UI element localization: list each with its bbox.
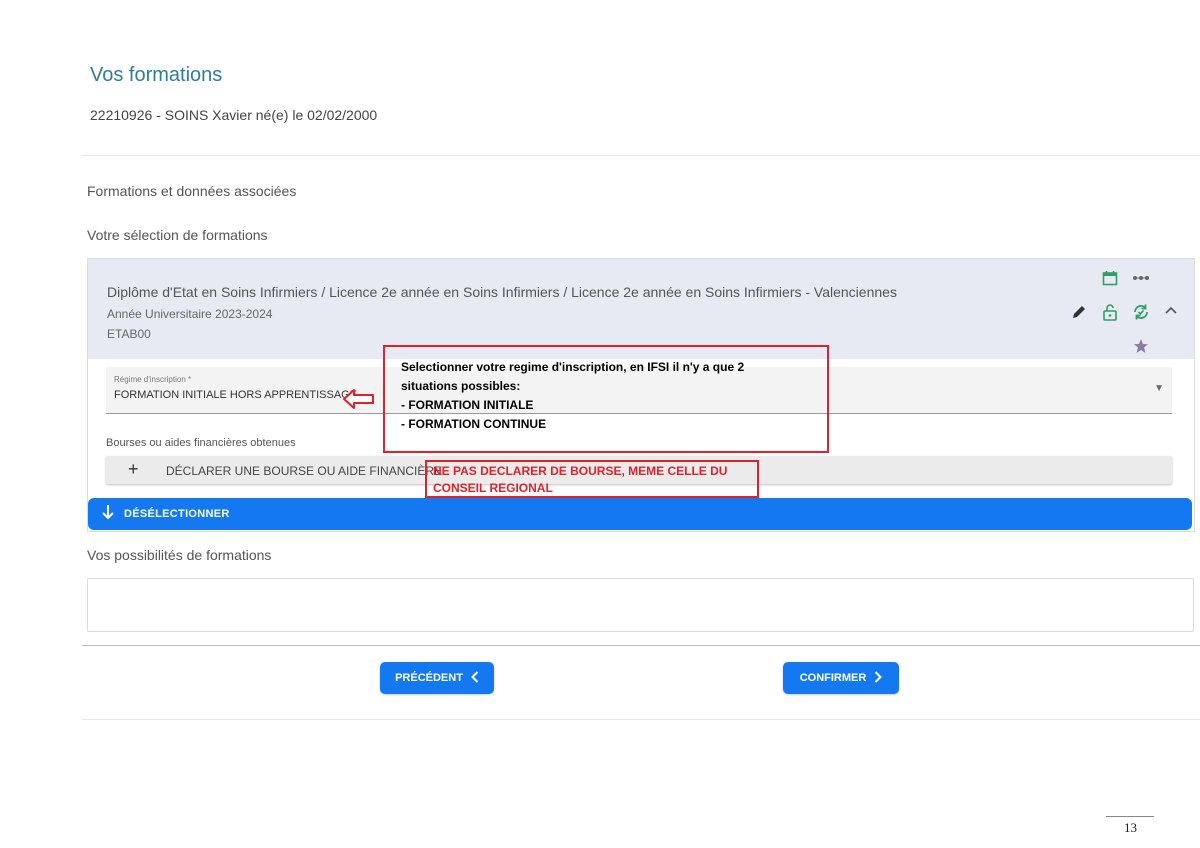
edit-icon[interactable]	[1068, 301, 1090, 323]
possibilities-list	[87, 578, 1194, 632]
annotation-arrow-icon	[342, 388, 376, 415]
section-title: Formations et données associées	[87, 183, 297, 199]
chevron-left-icon	[471, 670, 479, 686]
confirm-label: CONFIRMER	[799, 672, 867, 684]
annotation-bourse-text: NE PAS DECLARER DE BOURSE, MEME CELLE DU…	[433, 464, 728, 495]
plus-icon: +	[128, 459, 139, 479]
formation-card-header: Diplôme d'Etat en Soins Infirmiers / Lic…	[88, 259, 1194, 359]
page-title: Vos formations	[90, 64, 223, 86]
deselect-label: DÉSÉLECTIONNER	[124, 508, 230, 520]
sync-icon[interactable]	[1130, 301, 1152, 323]
divider	[82, 645, 1200, 646]
calendar-icon[interactable]	[1099, 267, 1121, 289]
formation-year: Année Universitaire 2023-2024	[107, 307, 273, 321]
star-icon[interactable]	[1130, 335, 1152, 357]
divider	[82, 155, 1200, 156]
deselect-button[interactable]: DÉSÉLECTIONNER	[88, 498, 1192, 530]
possibilities-title: Vos possibilités de formations	[87, 547, 272, 563]
arrow-down-icon	[102, 504, 114, 524]
formation-title: Diplôme d'Etat en Soins Infirmiers / Lic…	[107, 284, 897, 300]
more-icon[interactable]	[1130, 267, 1152, 289]
previous-label: PRÉCÉDENT	[395, 672, 463, 684]
unlock-icon[interactable]	[1099, 301, 1121, 323]
student-info: 22210926 - SOINS Xavier né(e) le 02/02/2…	[90, 107, 378, 123]
declare-bourse-label: DÉCLARER UNE BOURSE OU AIDE FINANCIÈRE	[166, 464, 443, 478]
selection-title: Votre sélection de formations	[87, 227, 268, 243]
regime-value: FORMATION INITIALE HORS APPRENTISSAGE	[114, 389, 358, 401]
regime-label: Régime d'inscription *	[114, 375, 192, 384]
confirm-button[interactable]: CONFIRMER	[783, 662, 899, 694]
chevron-up-icon[interactable]	[1160, 299, 1182, 321]
previous-button[interactable]: PRÉCÉDENT	[380, 662, 494, 694]
chevron-right-icon	[874, 670, 883, 686]
page-number-rule	[1106, 816, 1154, 817]
page-number: 13	[1124, 820, 1137, 835]
bourses-label: Bourses ou aides financières obtenues	[106, 437, 296, 449]
dropdown-caret-icon[interactable]: ▼	[1154, 383, 1164, 394]
divider	[82, 719, 1200, 720]
annotation-regime-text: Selectionner votre regime d'inscription,…	[401, 360, 745, 431]
annotation-bourse-box: NE PAS DECLARER DE BOURSE, MEME CELLE DU…	[425, 460, 759, 498]
annotation-regime-box: Selectionner votre regime d'inscription,…	[383, 345, 829, 453]
formation-code: ETAB00	[107, 327, 151, 341]
